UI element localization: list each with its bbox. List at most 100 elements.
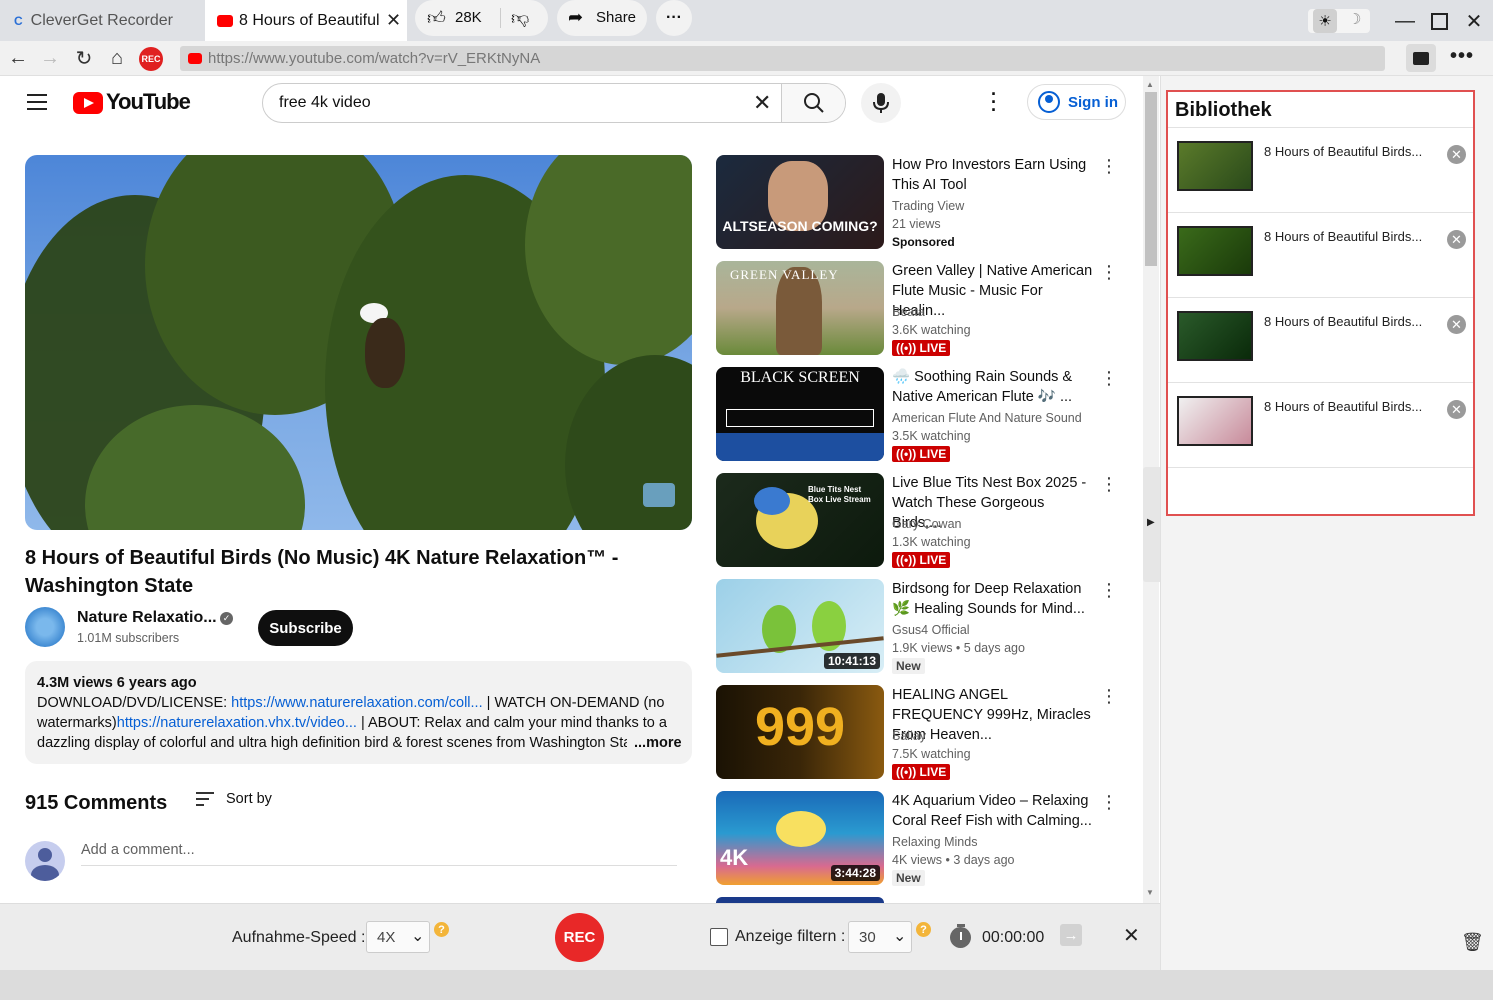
close-window-icon[interactable]: ✕: [1461, 8, 1487, 34]
description-box[interactable]: 4.3M views 6 years ago DOWNLOAD/DVD/LICE…: [25, 661, 692, 764]
sign-in-button[interactable]: Sign in: [1027, 84, 1126, 120]
recommendation-item[interactable]: BLACK SCREEN 🌧️ Soothing Rain Sounds & N…: [716, 367, 1126, 463]
show-more-link[interactable]: ...more: [634, 733, 682, 753]
moon-icon[interactable]: ☽: [1348, 10, 1361, 28]
recommendation-item[interactable]: Blue Tits Nest Box Live Stream Live Blue…: [716, 473, 1126, 569]
remove-item-icon[interactable]: ✕: [1447, 315, 1466, 334]
help-icon[interactable]: ?: [434, 922, 449, 937]
subscribe-button[interactable]: Subscribe: [258, 610, 353, 646]
close-recorder-icon[interactable]: ✕: [1123, 923, 1140, 948]
video-thumbnail[interactable]: 999: [716, 685, 884, 779]
rec-title[interactable]: 🌧️ Soothing Rain Sounds & Native America…: [892, 367, 1096, 407]
recommendation-item[interactable]: ALTSEASON COMING? How Pro Investors Earn…: [716, 155, 1126, 251]
rec-title[interactable]: Birdsong for Deep Relaxation 🌿 Healing S…: [892, 579, 1096, 619]
recommendation-item[interactable]: 999 HEALING ANGEL FREQUENCY 999Hz, Mirac…: [716, 685, 1126, 781]
voice-search-button[interactable]: [861, 83, 901, 123]
tab-youtube-video[interactable]: 8 Hours of Beautiful E ✕: [205, 0, 407, 41]
more-actions-icon[interactable]: ···: [656, 0, 692, 36]
remove-item-icon[interactable]: ✕: [1447, 230, 1466, 249]
scrollbar-thumb[interactable]: [1145, 92, 1157, 266]
scroll-down-icon[interactable]: ▼: [1146, 888, 1154, 897]
rec-channel[interactable]: Sallay: [892, 729, 926, 743]
rec-nav-badge[interactable]: REC: [139, 47, 163, 71]
rec-channel[interactable]: Trading View: [892, 199, 964, 213]
youtube-logo-icon[interactable]: [73, 92, 103, 114]
export-icon[interactable]: →: [1060, 924, 1082, 946]
video-thumbnail[interactable]: 4K 3:44:28: [716, 791, 884, 885]
library-thumbnail[interactable]: [1177, 396, 1253, 446]
description-link[interactable]: https://www.naturerelaxation.com/coll...: [231, 695, 482, 711]
clear-search-icon[interactable]: ✕: [753, 90, 771, 116]
address-bar[interactable]: https://www.youtube.com/watch?v=rV_ERKtN…: [180, 46, 1385, 71]
rec-menu-icon[interactable]: ⋮: [1100, 157, 1118, 175]
rec-title[interactable]: How Pro Investors Earn Using This AI Too…: [892, 155, 1096, 195]
library-item[interactable]: 8 Hours of Beautiful Birds... ✕: [1168, 298, 1473, 383]
like-count[interactable]: 28K: [455, 9, 482, 26]
video-thumbnail[interactable]: ALTSEASON COMING?: [716, 155, 884, 249]
like-icon[interactable]: 👍︎: [427, 7, 446, 29]
record-button[interactable]: REC: [555, 913, 604, 962]
rec-channel[interactable]: Gary Cowan: [892, 517, 961, 531]
reload-icon[interactable]: ↻: [72, 46, 96, 70]
recommendation-item[interactable]: 10:41:13 Birdsong for Deep Relaxation 🌿 …: [716, 579, 1126, 675]
video-thumbnail[interactable]: BLACK SCREEN: [716, 367, 884, 461]
rec-title[interactable]: 4K Aquarium Video – Relaxing Coral Reef …: [892, 791, 1096, 831]
search-input[interactable]: [279, 84, 749, 122]
theme-toggle[interactable]: ☀ ☽: [1308, 9, 1370, 33]
rec-menu-icon[interactable]: ⋮: [1100, 369, 1118, 387]
filter-ads-checkbox[interactable]: [710, 928, 728, 946]
video-list-icon[interactable]: [1406, 44, 1436, 72]
rec-menu-icon[interactable]: ⋮: [1100, 793, 1118, 811]
rec-channel[interactable]: Gsus4 Official: [892, 623, 970, 637]
comment-input[interactable]: Add a comment...: [81, 842, 677, 866]
rec-channel[interactable]: Beata: [892, 305, 925, 319]
remove-item-icon[interactable]: ✕: [1447, 400, 1466, 419]
settings-kebab-icon[interactable]: · · ·: [991, 85, 997, 119]
rec-menu-icon[interactable]: ⋮: [1100, 581, 1118, 599]
trash-icon[interactable]: 🗑︎: [1461, 932, 1484, 953]
dislike-icon[interactable]: 👎︎: [511, 7, 529, 29]
home-icon[interactable]: ⌂: [105, 46, 129, 70]
sun-icon[interactable]: ☀: [1313, 9, 1337, 33]
close-tab-icon[interactable]: ✕: [386, 10, 401, 31]
help-icon[interactable]: ?: [916, 922, 931, 937]
filter-select[interactable]: 30 ⌄: [848, 921, 912, 953]
tab-cleverget[interactable]: C CleverGet Recorder: [0, 0, 205, 41]
hamburger-menu-icon[interactable]: [27, 94, 47, 110]
more-options-icon[interactable]: •••: [1450, 45, 1474, 68]
rec-menu-icon[interactable]: ⋮: [1100, 687, 1118, 705]
rec-menu-icon[interactable]: ⋮: [1100, 475, 1118, 493]
remove-item-icon[interactable]: ✕: [1447, 145, 1466, 164]
back-icon[interactable]: ←: [6, 46, 30, 70]
library-item[interactable]: 8 Hours of Beautiful Birds... ✕: [1168, 383, 1473, 468]
minimize-icon[interactable]: —: [1392, 8, 1418, 34]
channel-name[interactable]: Nature Relaxatio...: [77, 609, 217, 627]
recommendation-item[interactable]: 4K 3:44:28 4K Aquarium Video – Relaxing …: [716, 791, 1126, 887]
library-thumbnail[interactable]: [1177, 311, 1253, 361]
video-thumbnail[interactable]: 10:41:13: [716, 579, 884, 673]
maximize-icon[interactable]: [1426, 8, 1452, 34]
video-player[interactable]: [25, 155, 692, 530]
sort-by-button[interactable]: Sort by: [226, 791, 272, 807]
search-button[interactable]: [781, 84, 845, 122]
rec-channel[interactable]: American Flute And Nature Sound: [892, 411, 1082, 425]
channel-avatar[interactable]: [25, 607, 65, 647]
rec-menu-icon[interactable]: ⋮: [1100, 263, 1118, 281]
forward-icon[interactable]: →: [38, 46, 62, 70]
library-thumbnail[interactable]: [1177, 226, 1253, 276]
view-count: 4.3M views 6 years ago: [37, 675, 197, 691]
library-thumbnail[interactable]: [1177, 141, 1253, 191]
recommendation-item[interactable]: GREEN VALLEY Green Valley | Native Ameri…: [716, 261, 1126, 357]
video-thumbnail[interactable]: Blue Tits Nest Box Live Stream: [716, 473, 884, 567]
scroll-up-icon[interactable]: ▲: [1146, 80, 1154, 89]
speed-select[interactable]: 4X ⌄: [366, 921, 430, 953]
sort-icon[interactable]: [196, 790, 214, 806]
panel-collapse-handle[interactable]: ▶: [1143, 467, 1160, 582]
rec-channel[interactable]: Relaxing Minds: [892, 835, 977, 849]
youtube-logo-text[interactable]: YouTube: [106, 89, 191, 115]
description-link[interactable]: https://naturerelaxation.vhx.tv/video...: [117, 715, 357, 731]
library-item[interactable]: 8 Hours of Beautiful Birds... ✕: [1168, 128, 1473, 213]
video-thumbnail[interactable]: GREEN VALLEY: [716, 261, 884, 355]
library-item[interactable]: 8 Hours of Beautiful Birds... ✕: [1168, 213, 1473, 298]
share-button[interactable]: ➦ Share: [557, 0, 647, 36]
